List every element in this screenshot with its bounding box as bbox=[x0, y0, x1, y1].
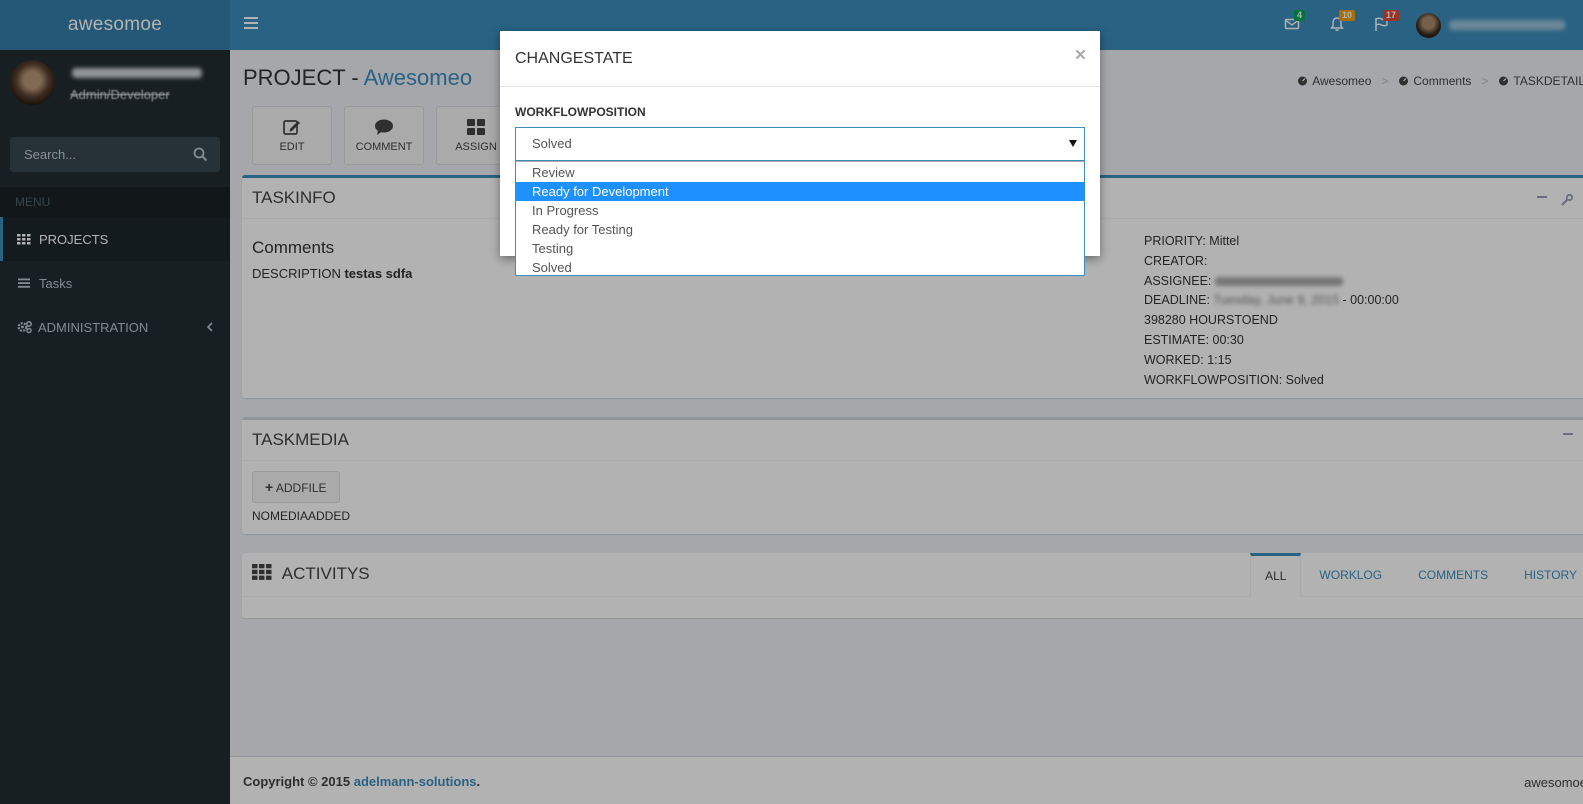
workflow-position-select[interactable]: Solved bbox=[515, 127, 1085, 161]
option-ready-for-testing[interactable]: Ready for Testing bbox=[516, 220, 1084, 239]
modal-title: CHANGESTATE bbox=[515, 50, 633, 67]
close-icon[interactable]: × bbox=[1075, 46, 1086, 65]
caret-down-icon bbox=[1069, 140, 1077, 147]
select-value: Solved bbox=[532, 136, 572, 151]
workflow-position-label: WORKFLOWPOSITION bbox=[515, 105, 646, 119]
option-testing[interactable]: Testing bbox=[516, 239, 1084, 258]
option-review[interactable]: Review bbox=[516, 163, 1084, 182]
option-solved[interactable]: Solved bbox=[516, 258, 1084, 277]
option-ready-for-development[interactable]: Ready for Development bbox=[516, 182, 1084, 201]
workflow-options-dropdown: Review Ready for Development In Progress… bbox=[515, 161, 1085, 276]
option-in-progress[interactable]: In Progress bbox=[516, 201, 1084, 220]
modal-header: CHANGESTATE × bbox=[500, 31, 1100, 87]
